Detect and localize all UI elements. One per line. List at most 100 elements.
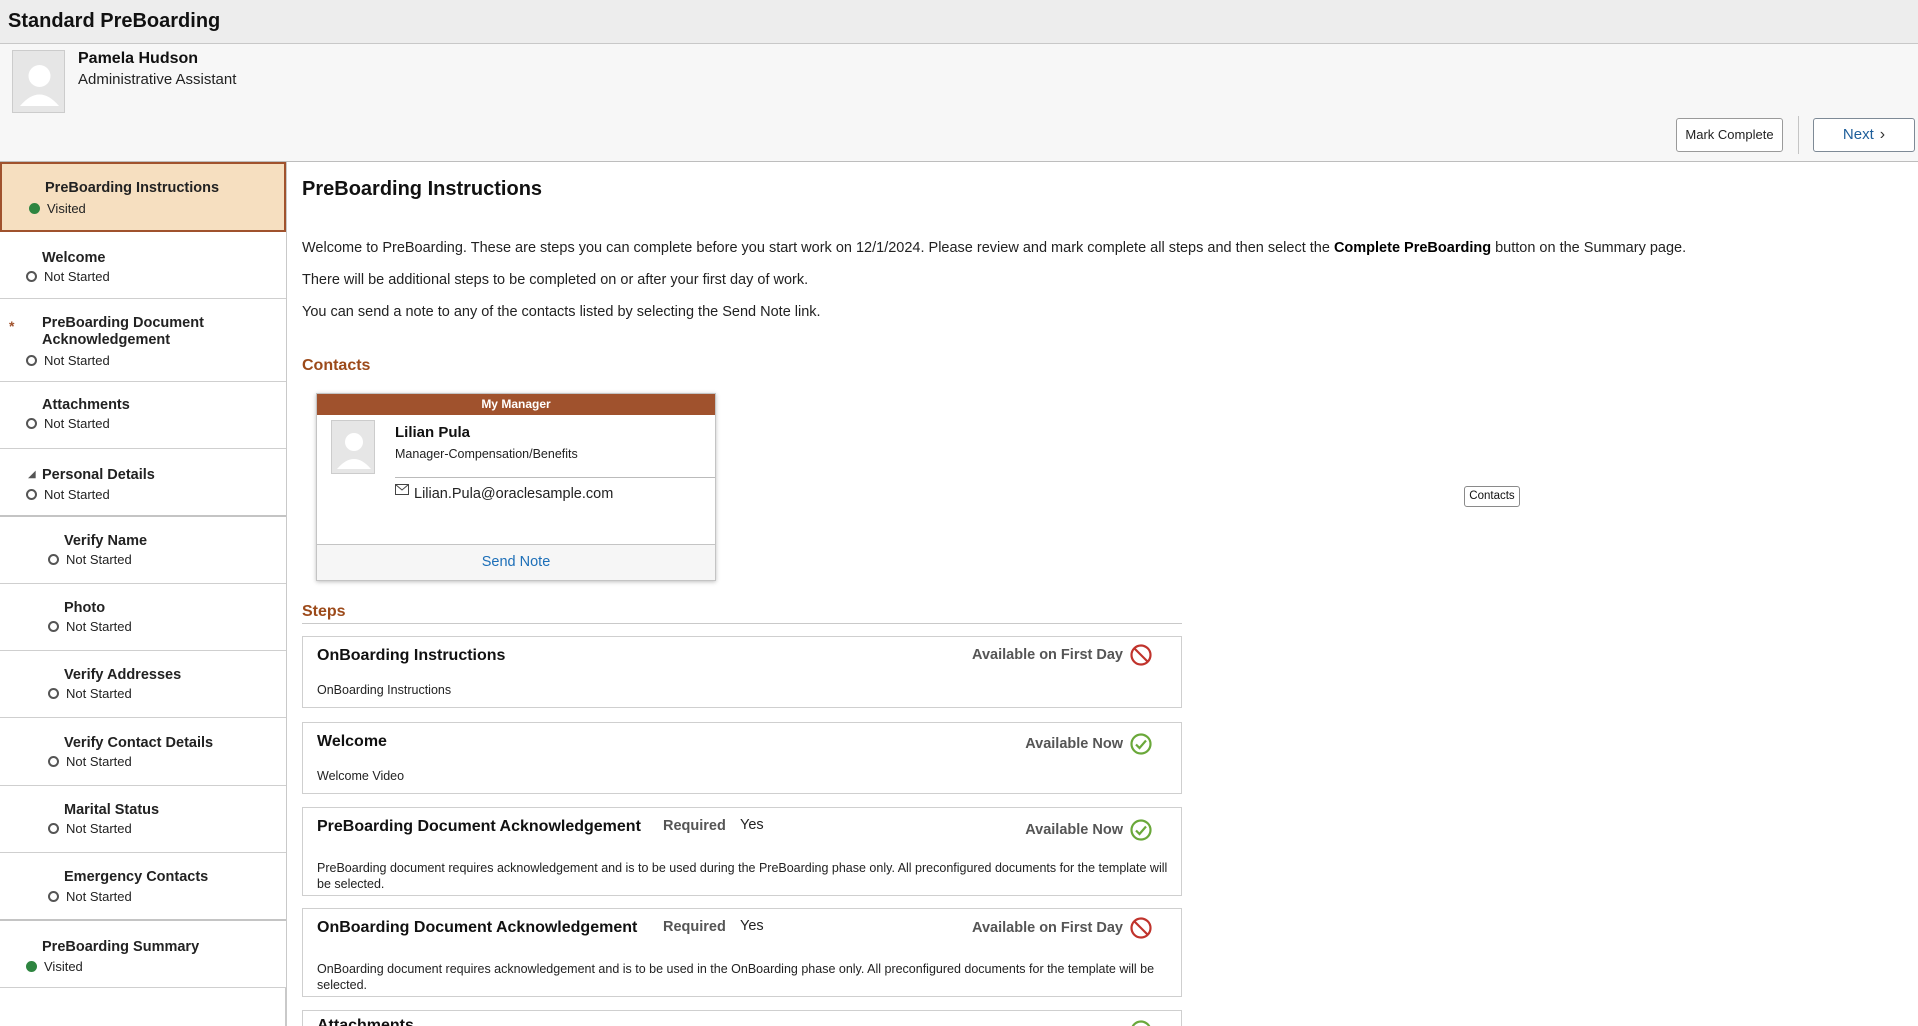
- sidebar-item-welcome[interactable]: Welcome Not Started: [0, 232, 286, 299]
- step-availability: Available Now: [1025, 736, 1123, 752]
- available-check-icon: [1130, 733, 1152, 755]
- sidebar-item-label: Verify Contact Details: [64, 735, 214, 751]
- not-started-status-icon: [48, 688, 59, 699]
- sidebar-item-label: Verify Name: [64, 533, 148, 549]
- intro-text: Welcome to PreBoarding. These are steps …: [302, 240, 1330, 256]
- sidebar-item-status: Not Started: [44, 487, 110, 502]
- person-avatar-icon: [12, 50, 65, 113]
- contact-name: Lilian Pula: [395, 424, 471, 441]
- step-description: PreBoarding document requires acknowledg…: [317, 861, 1168, 891]
- step-card-preboarding-document-acknowledgement[interactable]: PreBoarding Document Acknowledgement Req…: [302, 807, 1182, 896]
- sidebar-item-marital-status[interactable]: Marital Status Not Started: [0, 786, 286, 853]
- step-description: Welcome Video: [317, 769, 405, 783]
- sidebar-item-label: Marital Status: [64, 802, 160, 818]
- contact-card-header: My Manager: [317, 394, 715, 415]
- not-started-status-icon: [48, 891, 59, 902]
- sidebar-item-personal-details[interactable]: ◢ Personal Details Not Started: [0, 449, 286, 517]
- mail-icon: [395, 484, 409, 495]
- step-card-welcome[interactable]: Welcome Available Now Welcome Video: [302, 722, 1182, 794]
- contact-card: My Manager Lilian Pula Manager-Compensat…: [316, 393, 716, 581]
- step-card-onboarding-document-acknowledgement[interactable]: OnBoarding Document Acknowledgement Requ…: [302, 908, 1182, 997]
- page-banner: Standard PreBoarding: [0, 0, 1918, 44]
- step-description: OnBoarding Instructions: [317, 683, 452, 697]
- sidebar-item-status: Not Started: [44, 416, 110, 431]
- not-available-icon: [1130, 917, 1152, 939]
- step-required-label: Required: [663, 818, 726, 834]
- step-card-onboarding-instructions[interactable]: OnBoarding Instructions Available on Fir…: [302, 636, 1182, 708]
- sidebar-item-status: Not Started: [44, 353, 110, 368]
- person-header: Pamela Hudson Administrative Assistant M…: [0, 44, 1918, 162]
- sidebar-item-label: Welcome: [42, 250, 106, 266]
- next-button[interactable]: Next ›: [1813, 118, 1915, 152]
- contacts-button[interactable]: Contacts: [1464, 486, 1520, 507]
- intro-emphasis: Complete PreBoarding: [1333, 240, 1492, 256]
- intro-text-end: button on the Summary page.: [1495, 240, 1687, 256]
- sidebar-item-status: Not Started: [66, 686, 132, 701]
- contact-email: Lilian.Pula@oraclesample.com: [414, 486, 614, 502]
- step-required-label: Required: [663, 919, 726, 935]
- intro-paragraph-2: There will be additional steps to be com…: [302, 272, 809, 288]
- intro-paragraph-3: You can send a note to any of the contac…: [302, 304, 821, 320]
- not-started-status-icon: [26, 418, 37, 429]
- step-availability: Available on First Day: [972, 647, 1123, 663]
- mark-complete-button[interactable]: Mark Complete: [1676, 118, 1783, 152]
- not-started-status-icon: [26, 271, 37, 282]
- sidebar-item-attachments[interactable]: Attachments Not Started: [0, 382, 286, 449]
- contact-avatar-icon: [331, 420, 375, 474]
- sidebar-item-photo[interactable]: Photo Not Started: [0, 584, 286, 651]
- sidebar-item-status: Not Started: [66, 552, 132, 567]
- sidebar-item-status: Not Started: [66, 754, 132, 769]
- required-indicator-icon: *: [9, 318, 15, 334]
- steps-heading: Steps: [302, 603, 346, 620]
- available-check-icon: [1131, 1020, 1151, 1026]
- sidebar-item-label: Personal Details: [42, 467, 155, 483]
- sidebar-item-verify-contact-details[interactable]: Verify Contact Details Not Started: [0, 718, 286, 786]
- visited-status-icon: [29, 203, 40, 214]
- not-started-status-icon: [48, 554, 59, 565]
- step-required-value: Yes: [740, 918, 764, 934]
- not-available-icon: [1130, 644, 1152, 666]
- sidebar-item-label: Attachments: [42, 397, 130, 413]
- visited-status-icon: [26, 961, 37, 972]
- sidebar-item-label: Photo: [64, 600, 106, 616]
- sidebar-item-verify-addresses[interactable]: Verify Addresses Not Started: [0, 651, 286, 718]
- page-title: Standard PreBoarding: [8, 10, 221, 32]
- chevron-right-icon: ›: [1879, 126, 1886, 143]
- step-availability: Available Now: [1025, 822, 1123, 838]
- available-check-icon: [1130, 819, 1152, 841]
- sidebar-item-preboarding-instructions[interactable]: PreBoarding Instructions Visited: [0, 162, 286, 232]
- step-required-value: Yes: [740, 817, 764, 833]
- sidebar-item-label: Emergency Contacts: [64, 869, 209, 885]
- contacts-heading: Contacts: [302, 357, 371, 374]
- sidebar-item-status: Visited: [44, 959, 83, 974]
- person-name: Pamela Hudson: [78, 50, 199, 67]
- not-started-status-icon: [48, 756, 59, 767]
- collapse-triangle-icon[interactable]: ◢: [28, 469, 36, 480]
- not-started-status-icon: [48, 823, 59, 834]
- step-availability: Available on First Day: [972, 920, 1123, 936]
- sidebar-item-status: Not Started: [66, 619, 132, 634]
- not-started-status-icon: [48, 621, 59, 632]
- step-title: OnBoarding Document Acknowledgement: [317, 919, 638, 936]
- step-title: OnBoarding Instructions: [317, 647, 506, 664]
- next-button-label: Next: [1842, 126, 1874, 143]
- sidebar-item-preboarding-summary[interactable]: PreBoarding Summary Visited: [0, 921, 286, 988]
- contact-role: Manager-Compensation/Benefits: [395, 447, 578, 461]
- sidebar-item-emergency-contacts[interactable]: Emergency Contacts Not Started: [0, 853, 286, 921]
- sidebar-item-label: PreBoarding Document Acknowledgement: [42, 315, 204, 348]
- not-started-status-icon: [26, 355, 37, 366]
- header-divider: [1798, 116, 1799, 154]
- sidebar-item-status: Not Started: [66, 821, 132, 836]
- contact-divider: [395, 477, 715, 478]
- sidebar-item-status: Not Started: [44, 269, 110, 284]
- sidebar-item-verify-name[interactable]: Verify Name Not Started: [0, 517, 286, 584]
- sidebar-item-label: PreBoarding Instructions: [45, 180, 220, 196]
- send-note-link[interactable]: Send Note: [317, 544, 715, 580]
- intro-paragraph: Welcome to PreBoarding. These are steps …: [302, 240, 1686, 256]
- sidebar-item-preboarding-document-acknowledgement[interactable]: * PreBoarding Document Acknowledgement N…: [0, 299, 286, 382]
- sidebar-item-label: PreBoarding Summary: [42, 939, 200, 955]
- step-title: Attachments: [317, 1017, 414, 1026]
- section-title: PreBoarding Instructions: [302, 178, 543, 200]
- steps-divider: [302, 623, 1182, 624]
- step-card-attachments[interactable]: Attachments: [302, 1010, 1182, 1026]
